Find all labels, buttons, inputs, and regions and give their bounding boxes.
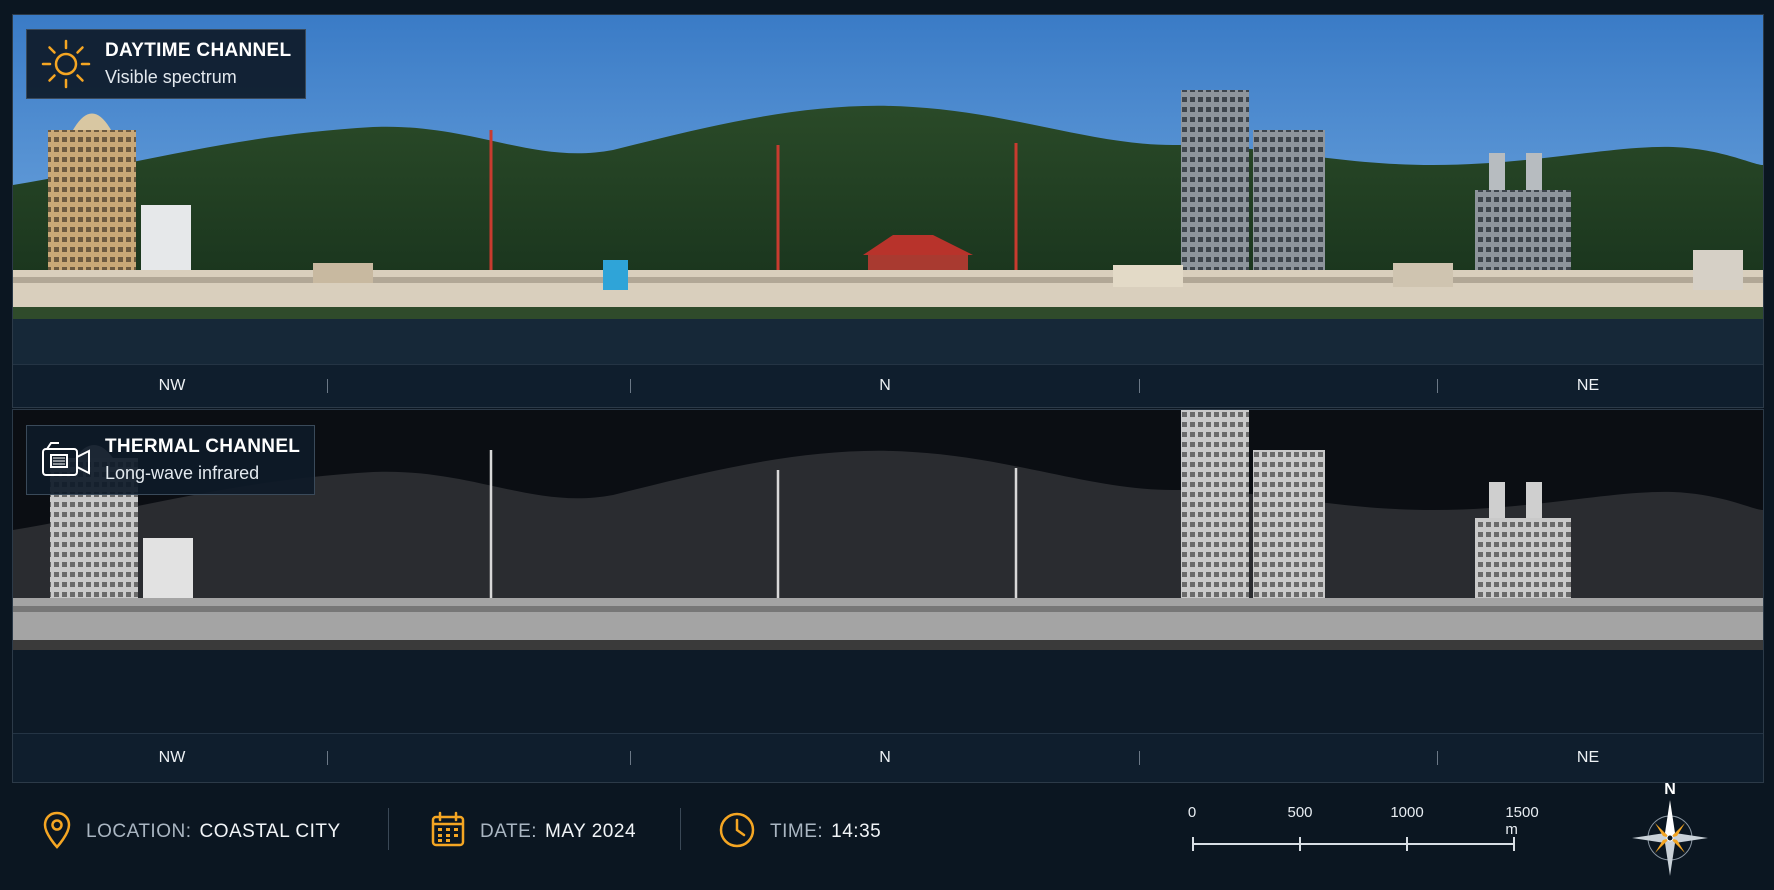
daytime-bearing-bar: NW N NE — [13, 364, 1763, 407]
location-label: LOCATION: — [86, 821, 192, 842]
channel-subtitle: Long-wave infrared — [105, 463, 260, 483]
bearing-tick — [1437, 751, 1438, 765]
location-value: COASTAL CITY — [199, 821, 341, 842]
bearing-tick — [630, 751, 631, 765]
bearing-tick — [1437, 379, 1438, 393]
bearing-label-ne: NE — [1576, 377, 1600, 394]
bearing-tick — [1139, 379, 1140, 393]
daytime-channel-panel: NW N NE DAYTIME CHANNEL Visible spectrum — [12, 14, 1764, 408]
divider — [680, 808, 681, 850]
location-pin-icon — [42, 810, 72, 854]
time-value: 14:35 — [831, 821, 882, 842]
distance-scale-bar: 0 500 1000 1500 m — [1188, 804, 1552, 864]
metadata-footer: LOCATION: COASTAL CITY DATE: MAY 2024 TI… — [0, 781, 1774, 887]
daytime-channel-badge: DAYTIME CHANNEL Visible spectrum — [26, 29, 307, 99]
thermal-channel-badge: THERMAL CHANNEL Long-wave infrared — [26, 425, 316, 495]
sun-icon — [39, 37, 93, 91]
compass-north-label: N — [1664, 781, 1676, 798]
clock-icon — [718, 811, 756, 853]
bearing-label-n: N — [879, 749, 891, 766]
bearing-tick — [630, 379, 631, 393]
date-value: MAY 2024 — [545, 821, 637, 842]
thermal-camera-icon — [39, 433, 93, 487]
time-label: TIME: — [770, 821, 824, 842]
scale-line — [1192, 837, 1515, 851]
date-label: DATE: — [480, 821, 538, 842]
bearing-label-n: N — [879, 377, 891, 394]
channel-title: DAYTIME CHANNEL — [105, 40, 292, 61]
bearing-tick — [1139, 751, 1140, 765]
bearing-label-nw: NW — [158, 749, 186, 766]
channel-subtitle: Visible spectrum — [105, 67, 237, 87]
calendar-icon — [430, 811, 466, 853]
time-field: TIME: 14:35 — [718, 810, 881, 854]
divider — [388, 808, 389, 850]
bearing-label-nw: NW — [158, 377, 186, 394]
thermal-bearing-bar: NW N NE — [13, 733, 1763, 782]
channel-title: THERMAL CHANNEL — [105, 436, 301, 457]
bearing-tick — [327, 379, 328, 393]
thermal-channel-panel: NW N NE THERMAL CHANNEL Long-wave infrar… — [12, 409, 1764, 783]
date-field: DATE: MAY 2024 — [430, 810, 636, 854]
compass-rose-icon: N — [1625, 776, 1715, 886]
location-field: LOCATION: COASTAL CITY — [42, 810, 341, 854]
bearing-label-ne: NE — [1576, 749, 1600, 766]
bearing-tick — [327, 751, 328, 765]
